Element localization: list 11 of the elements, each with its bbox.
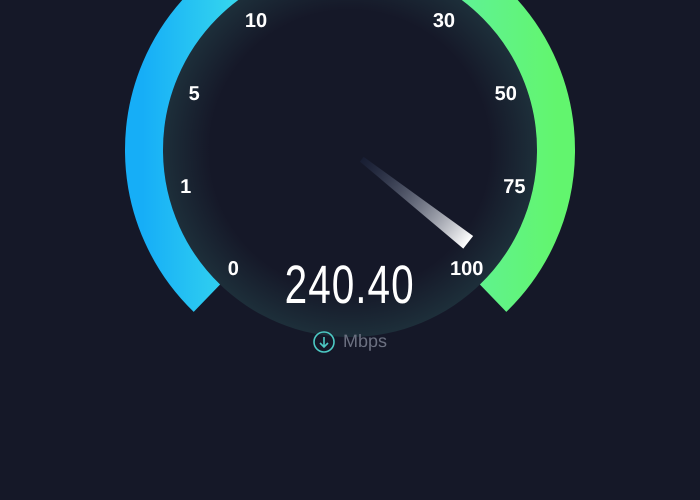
tick-label: 1	[180, 177, 192, 198]
tick-label: 30	[432, 11, 456, 32]
tick-label: 50	[494, 84, 517, 104]
tick-label: 75	[503, 177, 526, 198]
speed-unit: Mbps	[342, 330, 387, 353]
speed-value: 240.40	[285, 258, 415, 312]
tick-label: 5	[188, 84, 200, 104]
download-icon	[312, 330, 335, 352]
tick-label: 10	[244, 11, 268, 32]
tick-label: 100	[450, 259, 484, 280]
tick-label: 0	[228, 259, 239, 280]
